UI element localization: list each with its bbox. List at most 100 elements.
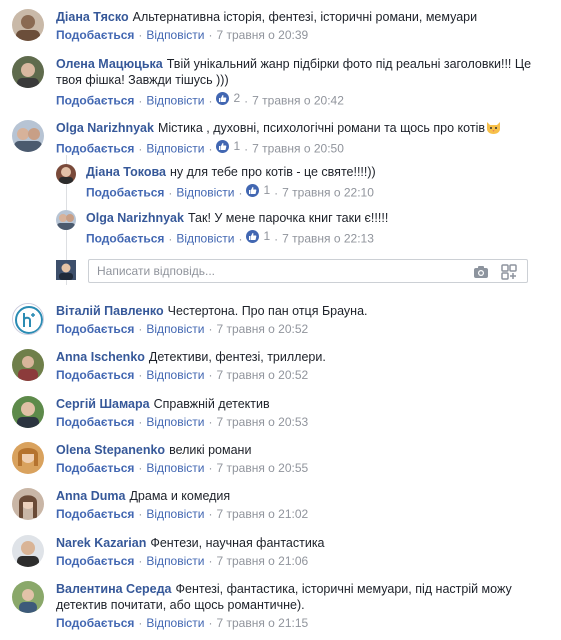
avatar[interactable]: [12, 442, 44, 474]
separator: ·: [244, 141, 249, 156]
comment-author[interactable]: Діана Тяско: [56, 10, 129, 24]
current-user-avatar: [56, 260, 76, 280]
separator: ·: [274, 185, 279, 200]
like-count[interactable]: 1: [216, 138, 240, 154]
comment-timestamp[interactable]: 7 травня о 22:13: [282, 232, 374, 246]
like-link[interactable]: Подобається: [56, 415, 134, 429]
comment-author[interactable]: Anna Ischenko: [56, 350, 145, 364]
comment-text: Альтернативна історія, фентезі, історичн…: [132, 10, 478, 24]
like-link[interactable]: Подобається: [56, 322, 134, 336]
comment-text: Фентези, научная фантастика: [150, 536, 325, 550]
cat-face-icon: [486, 121, 501, 134]
like-link[interactable]: Подобається: [56, 28, 134, 42]
like-count[interactable]: 2: [216, 90, 240, 106]
avatar[interactable]: [12, 488, 44, 520]
comment-timestamp[interactable]: 7 травня о 20:39: [216, 28, 308, 42]
separator: ·: [208, 507, 213, 521]
separator: ·: [138, 616, 143, 630]
reply-link[interactable]: Відповісти: [176, 186, 234, 200]
separator: ·: [138, 141, 143, 156]
avatar[interactable]: [12, 56, 44, 88]
avatar[interactable]: [56, 210, 76, 230]
reply-link[interactable]: Відповісти: [146, 28, 204, 42]
like-link[interactable]: Подобається: [56, 142, 134, 156]
separator: ·: [168, 185, 173, 200]
like-link[interactable]: Подобається: [56, 94, 134, 108]
like-link[interactable]: Подобається: [86, 186, 164, 200]
reply-link[interactable]: Відповісти: [146, 142, 204, 156]
like-link[interactable]: Подобається: [56, 507, 134, 521]
separator: ·: [138, 368, 143, 382]
separator: ·: [208, 368, 213, 382]
like-link[interactable]: Подобається: [86, 232, 164, 246]
avatar[interactable]: [12, 349, 44, 381]
comment-timestamp[interactable]: 7 травня о 21:06: [216, 554, 308, 568]
comment-author[interactable]: Олена Мацюцька: [56, 57, 163, 71]
separator: ·: [238, 231, 243, 246]
separator: ·: [208, 554, 213, 568]
thumbs-up-icon: [246, 183, 260, 197]
like-count[interactable]: 1: [246, 228, 270, 244]
reply-link[interactable]: Відповісти: [146, 322, 204, 336]
avatar[interactable]: [12, 535, 44, 567]
avatar[interactable]: [12, 396, 44, 428]
like-link[interactable]: Подобається: [56, 461, 134, 475]
separator: ·: [244, 93, 249, 108]
comment-timestamp[interactable]: 7 травня о 20:52: [216, 368, 308, 382]
avatar[interactable]: [12, 303, 44, 335]
comment-author[interactable]: Валентина Середа: [56, 582, 172, 596]
comment-timestamp[interactable]: 7 травня о 20:52: [216, 322, 308, 336]
comment-author[interactable]: Olga Narizhnyak: [56, 121, 154, 135]
separator: ·: [208, 616, 213, 630]
like-count[interactable]: 1: [246, 182, 270, 198]
sticker-icon[interactable]: [501, 264, 517, 280]
thumbs-up-icon: [246, 229, 260, 243]
avatar[interactable]: [12, 581, 44, 613]
comment-text: Містика , духовні, психологічні романи т…: [157, 121, 485, 135]
comment-author[interactable]: Діана Токова: [86, 165, 166, 179]
like-link[interactable]: Подобається: [56, 616, 134, 630]
separator: ·: [208, 93, 213, 108]
comment-text: Честертона. Про пан отця Брауна.: [167, 304, 368, 318]
reply-link[interactable]: Відповісти: [146, 616, 204, 630]
comment-author[interactable]: Narek Kazarian: [56, 536, 146, 550]
separator: ·: [138, 322, 143, 336]
comment-author[interactable]: Віталій Павленко: [56, 304, 164, 318]
like-link[interactable]: Подобається: [56, 368, 134, 382]
separator: ·: [274, 231, 279, 246]
comment-timestamp[interactable]: 7 травня о 21:02: [216, 507, 308, 521]
avatar[interactable]: [12, 120, 44, 152]
separator: ·: [208, 415, 213, 429]
avatar[interactable]: [12, 9, 44, 41]
reply-input[interactable]: [97, 264, 457, 278]
reply-link[interactable]: Відповісти: [146, 368, 204, 382]
reply-input-box[interactable]: [88, 259, 528, 283]
comment-text: ну для тебе про котів - це святе!!!!)): [170, 165, 376, 179]
comment-timestamp[interactable]: 7 травня о 20:55: [216, 461, 308, 475]
comment-author[interactable]: Сергій Шамара: [56, 397, 150, 411]
like-link[interactable]: Подобається: [56, 554, 134, 568]
comment-timestamp[interactable]: 7 травня о 22:10: [282, 186, 374, 200]
comment-timestamp[interactable]: 7 травня о 21:15: [216, 616, 308, 630]
comment-author[interactable]: Anna Duma: [56, 489, 125, 503]
camera-icon[interactable]: [473, 264, 489, 280]
reply-link[interactable]: Відповісти: [146, 507, 204, 521]
comment-text: Драма и комедия: [129, 489, 231, 503]
comment-text: Так! У мене парочка книг таки є!!!!!: [187, 211, 389, 225]
comment-timestamp[interactable]: 7 травня о 20:53: [216, 415, 308, 429]
separator: ·: [138, 507, 143, 521]
reply-link[interactable]: Відповісти: [146, 554, 204, 568]
comment-author[interactable]: Olga Narizhnyak: [86, 211, 184, 225]
reply-link[interactable]: Відповісти: [146, 415, 204, 429]
separator: ·: [138, 28, 143, 42]
reply-link[interactable]: Відповісти: [176, 232, 234, 246]
reply-link[interactable]: Відповісти: [146, 461, 204, 475]
thumbs-up-icon: [216, 139, 230, 153]
comment-timestamp[interactable]: 7 травня о 20:42: [252, 94, 344, 108]
separator: ·: [138, 415, 143, 429]
comment-timestamp[interactable]: 7 травня о 20:50: [252, 142, 344, 156]
separator: ·: [208, 141, 213, 156]
comment-author[interactable]: Olena Stepanenko: [56, 443, 165, 457]
reply-link[interactable]: Відповісти: [146, 94, 204, 108]
avatar[interactable]: [56, 164, 76, 184]
